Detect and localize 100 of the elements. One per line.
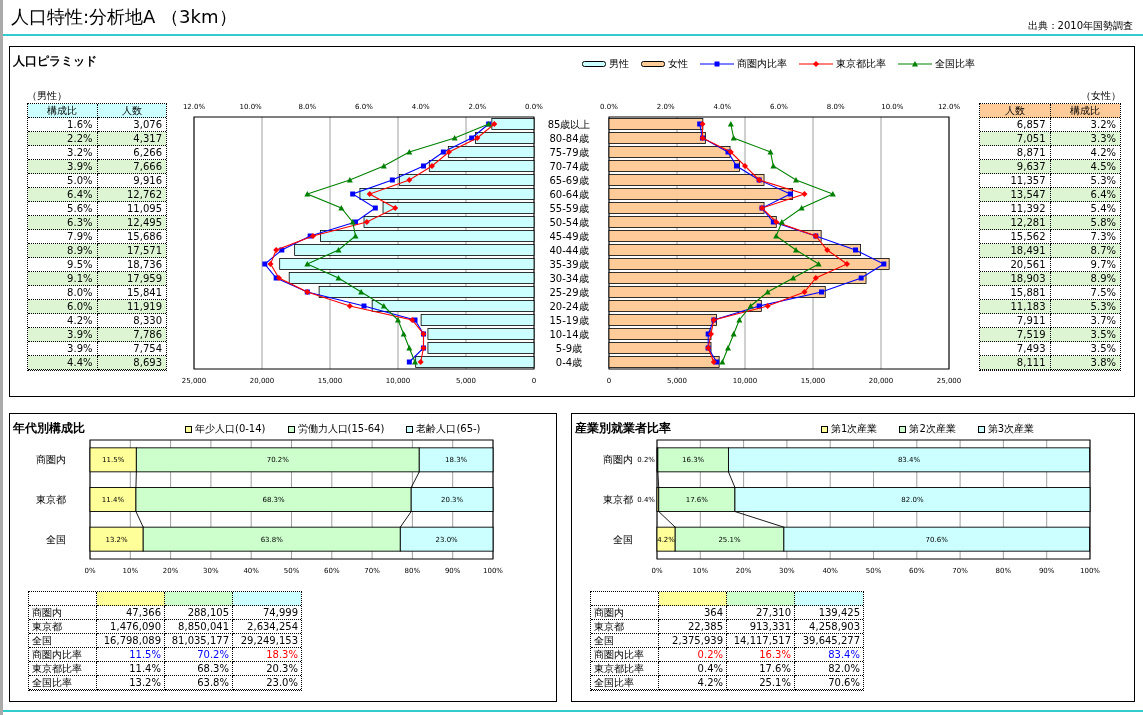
table-cell: 8,693	[97, 356, 166, 370]
category-label: 東京都	[36, 494, 66, 505]
table-cell: 913,331	[727, 620, 795, 634]
table-cell: 70.6%	[795, 676, 863, 690]
row-label: 全国	[29, 634, 97, 648]
age-label: 25-29歳	[549, 287, 589, 298]
table-cell: 12,281	[980, 216, 1051, 230]
table-cell: 16.3%	[727, 648, 795, 662]
panel-title: 年代別構成比	[12, 420, 85, 437]
table-cell: 3.8%	[1050, 356, 1120, 370]
row-label: 東京都比率	[29, 662, 97, 676]
legend-label: 第1次産業	[831, 422, 878, 436]
table-cell: 12,762	[97, 188, 166, 202]
column-header: 人数	[97, 104, 166, 118]
row-label: 東京都	[591, 620, 659, 634]
table-cell: 22,385	[659, 620, 727, 634]
table-cell: 68.3%	[165, 662, 233, 676]
table-cell: 3.5%	[1050, 328, 1120, 342]
table-cell: 4.2%	[659, 676, 727, 690]
table-cell: 5.3%	[1050, 300, 1120, 314]
age-label: 75-79歳	[549, 147, 589, 158]
table-cell: 13,547	[980, 188, 1051, 202]
table-cell: 7,051	[980, 132, 1051, 146]
table-cell: 47,366	[97, 606, 165, 620]
table-cell: 8,850,041	[165, 620, 233, 634]
table-cell: 12,495	[97, 216, 166, 230]
table-cell: 2,634,254	[233, 620, 301, 634]
table-cell: 1,476,090	[97, 620, 165, 634]
row-label: 商圏内	[591, 606, 659, 620]
table-cell: 18,491	[980, 244, 1051, 258]
age-label: 45-49歳	[549, 231, 589, 242]
table-cell: 81,035,177	[165, 634, 233, 648]
age-label: 85歳以上	[547, 119, 591, 130]
category-label: 東京都	[603, 494, 633, 505]
row-label: 全国	[591, 634, 659, 648]
table-cell: 5.8%	[1050, 216, 1120, 230]
category-label: 全国	[613, 533, 633, 545]
legend-label: 女性	[668, 57, 688, 71]
table-cell: 7,519	[980, 328, 1051, 342]
table-cell: 29,249,153	[233, 634, 301, 648]
category-label: 商圏内	[603, 454, 633, 466]
row-label: 商圏内比率	[29, 648, 97, 662]
legend-label: 商圏内比率	[737, 57, 787, 71]
legend-label: 年少人口(0-14)	[195, 422, 266, 436]
table-caption: （男性）	[27, 89, 68, 103]
table-cell: 39,645,277	[795, 634, 863, 648]
age-label: 80-84歳	[549, 133, 589, 144]
legend-label: 東京都比率	[836, 57, 886, 71]
age-label: 65-69歳	[549, 175, 589, 186]
category-label: 商圏内	[36, 454, 66, 466]
category-label: 全国	[46, 533, 66, 545]
age-label: 10-14歳	[549, 329, 589, 340]
age-label: 20-24歳	[549, 301, 589, 312]
age-label: 60-64歳	[549, 189, 589, 200]
table-cell: 74,999	[233, 606, 301, 620]
page-title: 人口特性:分析地A （3km）	[11, 5, 237, 29]
table-cell: 7,786	[97, 328, 166, 342]
legend-label: 第2次産業	[909, 422, 956, 436]
table-cell: 0.2%	[659, 648, 727, 662]
age-label: 50-54歳	[549, 217, 589, 228]
table-cell: 20.3%	[233, 662, 301, 676]
panel-title: 産業別就業者比率	[574, 420, 671, 437]
legend-label: 全国比率	[935, 57, 975, 71]
table-cell: 4,317	[97, 132, 166, 146]
table-cell: 4.5%	[1050, 160, 1120, 174]
legend-label: 労働力人口(15-64)	[297, 422, 385, 436]
table-cell: 17,959	[97, 272, 166, 286]
table-cell: 8.7%	[1050, 244, 1120, 258]
age-label: 55-59歳	[549, 203, 589, 214]
row-label: 商圏内	[29, 606, 97, 620]
table-caption: （女性）	[1080, 89, 1121, 103]
table-cell: 6.4%	[28, 188, 98, 202]
table-cell: 3.9%	[28, 328, 98, 342]
table-cell: 6.3%	[28, 216, 98, 230]
table-cell: 27,310	[727, 606, 795, 620]
row-label: 東京都	[29, 620, 97, 634]
table-cell: 11.4%	[97, 662, 165, 676]
table-cell: 7,666	[97, 160, 166, 174]
legend-label: 老齢人口(65-)	[416, 422, 481, 436]
table-cell: 11.5%	[97, 648, 165, 662]
table-cell: 9,637	[980, 160, 1051, 174]
row-label: 商圏内比率	[591, 648, 659, 662]
table-cell: 6.0%	[28, 300, 98, 314]
panel-title: 人口ピラミッド	[12, 53, 97, 70]
table-cell: 14,117,517	[727, 634, 795, 648]
table-cell: 11,919	[97, 300, 166, 314]
table-cell: 83.4%	[795, 648, 863, 662]
table-cell: 8,111	[980, 356, 1051, 370]
row-label: 東京都比率	[591, 662, 659, 676]
source-note: 出典：2010年国勢調査	[1027, 19, 1133, 33]
table-cell: 8.9%	[1050, 272, 1120, 286]
age-label: 0-4歳	[555, 357, 583, 368]
age-label: 40-44歳	[549, 245, 589, 256]
age-label: 35-39歳	[549, 259, 589, 270]
age-label: 70-74歳	[549, 161, 589, 172]
table-cell: 63.8%	[165, 676, 233, 690]
table-cell: 16,798,089	[97, 634, 165, 648]
column-header: 人数	[980, 104, 1051, 118]
table-cell: 139,425	[795, 606, 863, 620]
table-cell: 2.2%	[28, 132, 98, 146]
